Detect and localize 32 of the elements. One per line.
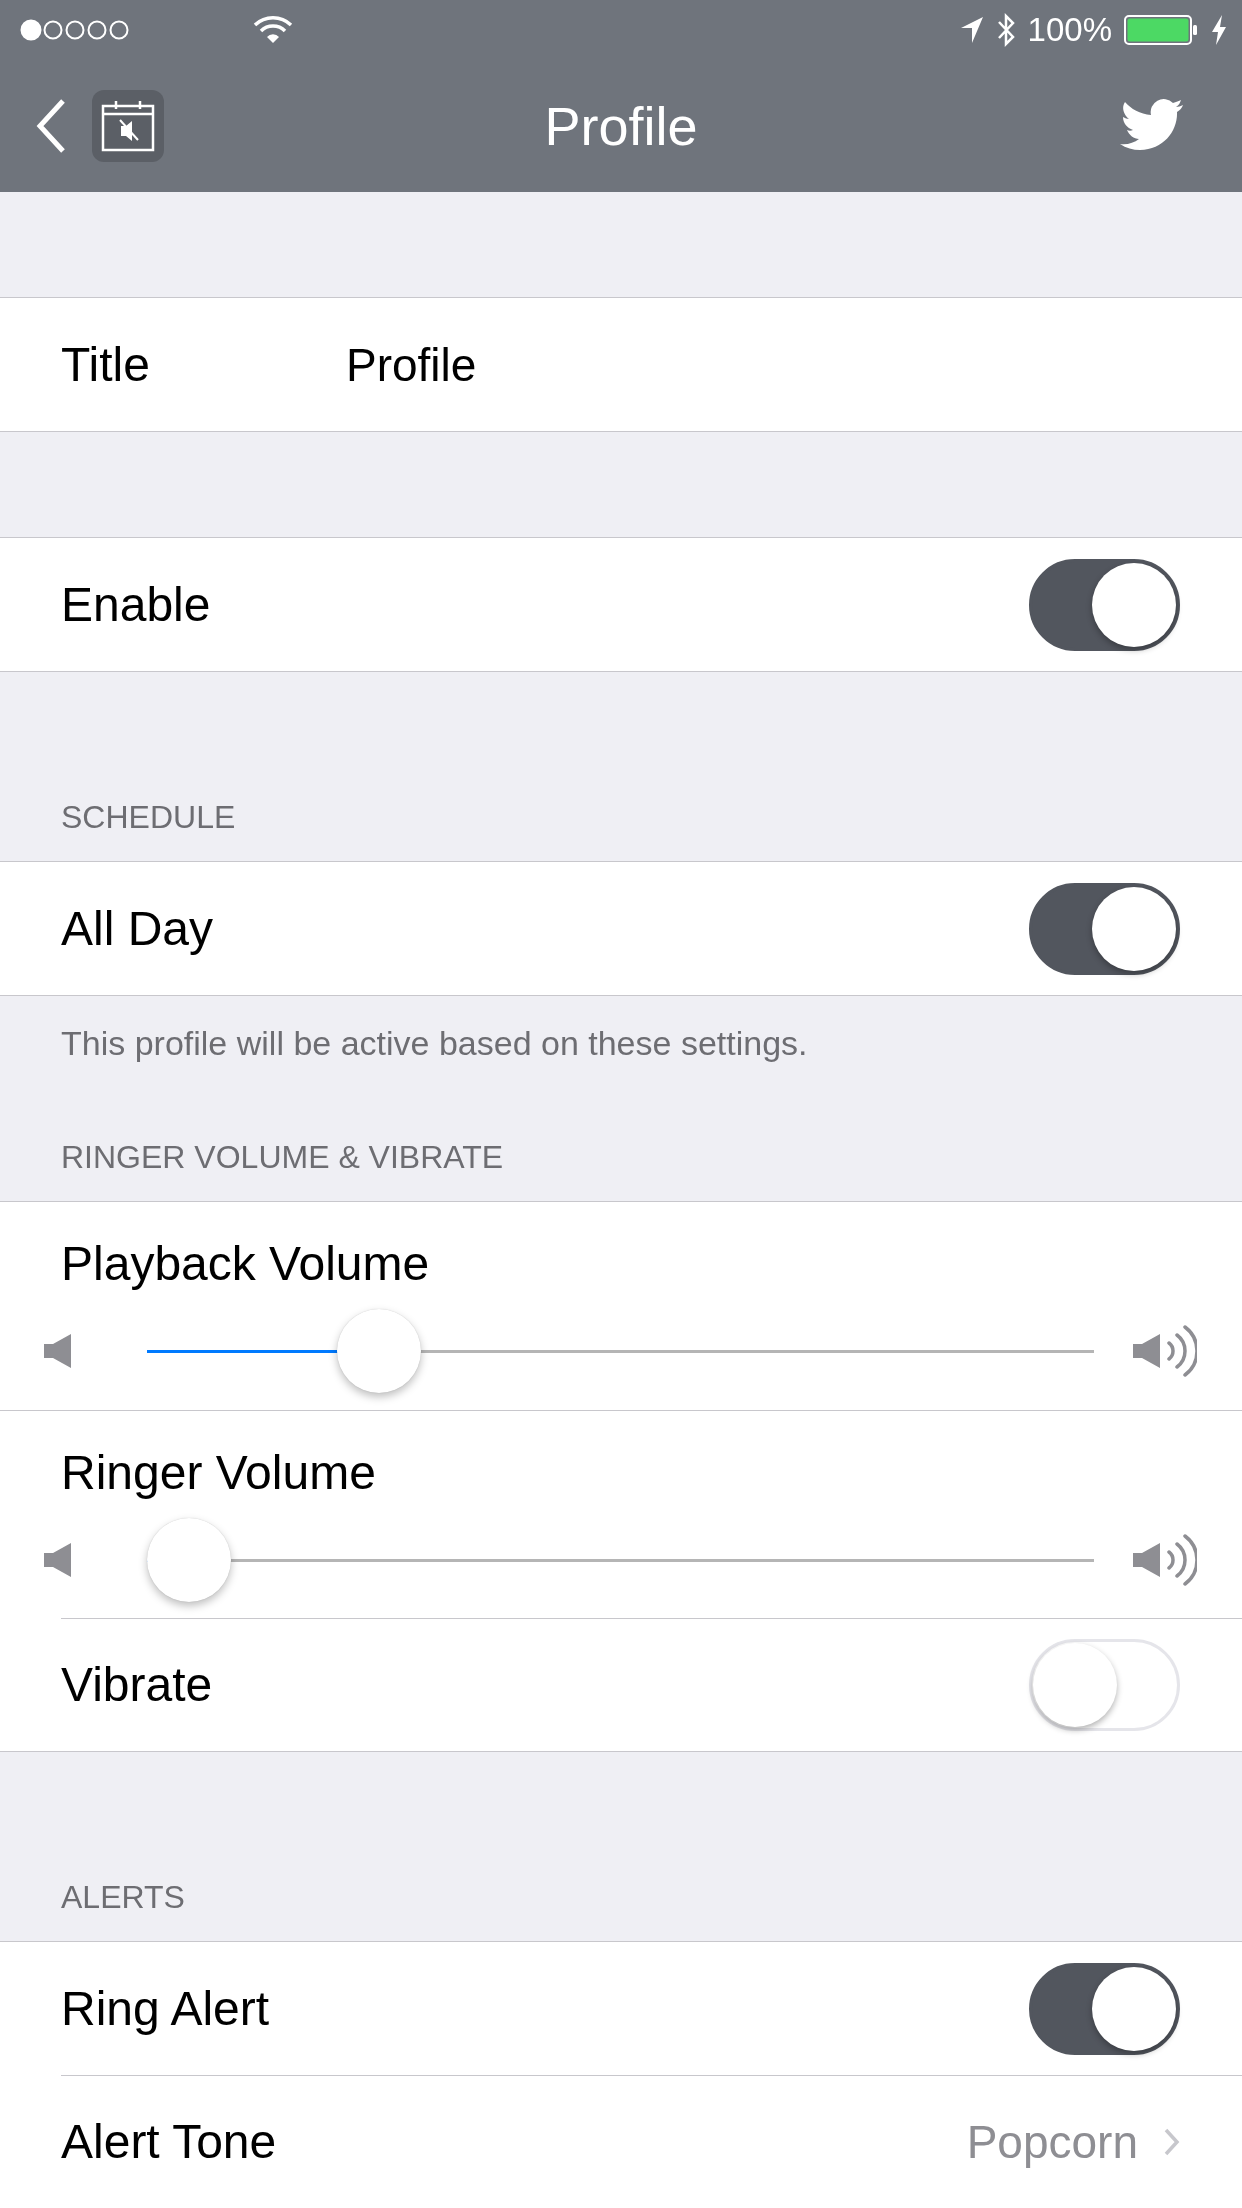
row-label: Enable bbox=[61, 578, 211, 631]
title-value: Profile bbox=[346, 337, 477, 392]
row-label: Ring Alert bbox=[61, 1982, 270, 2035]
battery-percent: 100% bbox=[1027, 11, 1112, 49]
screen-title: Profile bbox=[544, 95, 698, 157]
location-icon bbox=[959, 16, 984, 44]
row-label: Title bbox=[61, 338, 151, 391]
row-label: Vibrate bbox=[61, 1659, 213, 1711]
detail-value: Popcorn bbox=[966, 2115, 1138, 2169]
section-footer: This profile will be active based on these settings. bbox=[0, 996, 1242, 1065]
section-header: SCHEDULE bbox=[60, 798, 237, 837]
row-label: All Day bbox=[61, 902, 214, 955]
charging-icon bbox=[1210, 14, 1228, 46]
speaker-icon bbox=[44, 1543, 72, 1577]
bird-icon[interactable] bbox=[1120, 99, 1184, 153]
slider-thumb[interactable] bbox=[336, 1309, 421, 1393]
speaker-loud-icon bbox=[1133, 1323, 1197, 1379]
speaker-icon bbox=[44, 1334, 72, 1368]
row-label: Alert Tone bbox=[61, 2116, 277, 2168]
signal-icon bbox=[20, 19, 130, 41]
chevron-icon bbox=[1164, 2128, 1180, 2156]
slider-thumb[interactable] bbox=[147, 1518, 231, 1602]
bluetooth-icon bbox=[995, 13, 1016, 47]
battery-icon bbox=[1124, 15, 1198, 45]
speaker-loud-icon bbox=[1133, 1532, 1197, 1588]
section-header: RINGER VOLUME & VIBRATE bbox=[60, 1138, 505, 1177]
calendar-mute-icon bbox=[92, 90, 164, 162]
wifi-icon bbox=[253, 15, 293, 45]
row-label: Playback Volume bbox=[61, 1238, 431, 1290]
section-header: ALERTS bbox=[60, 1878, 186, 1917]
row-label: Ringer Volume bbox=[61, 1447, 377, 1499]
back-button[interactable] bbox=[36, 98, 66, 154]
